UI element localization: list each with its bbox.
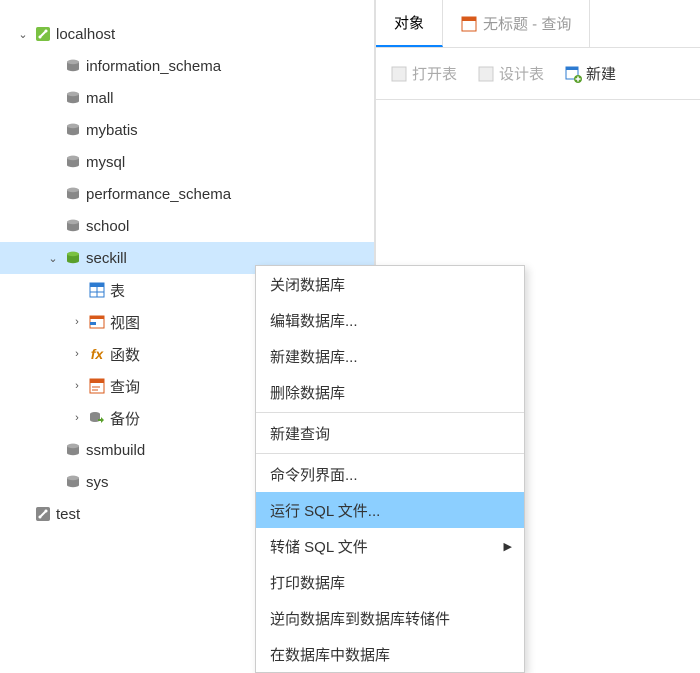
db-label: mall bbox=[84, 90, 114, 107]
separator bbox=[256, 453, 524, 454]
chevron-right-icon: › bbox=[68, 380, 86, 392]
db-label: mybatis bbox=[84, 122, 138, 139]
ctx-dump-sql-file[interactable]: 转储 SQL 文件 ▶ bbox=[256, 528, 524, 564]
db-label: sys bbox=[84, 474, 109, 491]
query-icon bbox=[461, 16, 477, 32]
queries-label: 查询 bbox=[108, 376, 140, 397]
table-icon bbox=[390, 65, 408, 83]
db-label: ssmbuild bbox=[84, 442, 145, 459]
tab-objects[interactable]: 对象 bbox=[376, 0, 443, 47]
database-icon bbox=[62, 473, 84, 491]
ctx-edit-db[interactable]: 编辑数据库... bbox=[256, 302, 524, 338]
functions-label: 函数 bbox=[108, 344, 140, 365]
db-label: information_schema bbox=[84, 58, 221, 75]
chevron-down-icon: ⌄ bbox=[14, 28, 32, 41]
new-table-button[interactable]: 新建 bbox=[558, 63, 622, 84]
ctx-run-sql-file[interactable]: 运行 SQL 文件... bbox=[256, 492, 524, 528]
db-label: performance_schema bbox=[84, 186, 231, 203]
tab-bar: 对象 无标题 - 查询 bbox=[376, 0, 700, 48]
function-icon: fx bbox=[86, 346, 108, 362]
tree-db[interactable]: mall bbox=[0, 82, 374, 114]
submenu-arrow-icon: ▶ bbox=[504, 540, 512, 553]
ctx-new-db[interactable]: 新建数据库... bbox=[256, 338, 524, 374]
ctx-delete-db[interactable]: 删除数据库 bbox=[256, 374, 524, 410]
database-icon bbox=[62, 441, 84, 459]
design-table-button[interactable]: 设计表 bbox=[471, 63, 550, 84]
chevron-down-icon: ⌄ bbox=[44, 252, 62, 265]
database-open-icon bbox=[62, 249, 84, 267]
tree-db[interactable]: information_schema bbox=[0, 50, 374, 82]
connection-label: test bbox=[54, 506, 80, 523]
table-icon bbox=[86, 281, 108, 299]
connection-icon bbox=[32, 505, 54, 523]
tree-db[interactable]: mybatis bbox=[0, 114, 374, 146]
db-label: school bbox=[84, 218, 129, 235]
table-plus-icon bbox=[564, 65, 582, 83]
ctx-print-db[interactable]: 打印数据库 bbox=[256, 564, 524, 600]
ctx-command-line[interactable]: 命令列界面... bbox=[256, 456, 524, 492]
database-icon bbox=[62, 185, 84, 203]
database-icon bbox=[62, 217, 84, 235]
db-label: mysql bbox=[84, 154, 125, 171]
tree-db[interactable]: mysql bbox=[0, 146, 374, 178]
tool-label: 设计表 bbox=[499, 63, 544, 84]
query-icon bbox=[86, 377, 108, 395]
tab-untitled-query[interactable]: 无标题 - 查询 bbox=[443, 0, 590, 47]
chevron-right-icon: › bbox=[68, 412, 86, 424]
tree-connection[interactable]: ⌄ localhost bbox=[0, 18, 374, 50]
tab-label: 对象 bbox=[394, 12, 424, 33]
chevron-right-icon: › bbox=[68, 348, 86, 360]
object-toolbar: 打开表 设计表 新建 bbox=[376, 48, 700, 100]
db-label: seckill bbox=[84, 250, 127, 267]
database-icon bbox=[62, 121, 84, 139]
separator bbox=[256, 412, 524, 413]
tree-db[interactable]: school bbox=[0, 210, 374, 242]
open-table-button[interactable]: 打开表 bbox=[384, 63, 463, 84]
ctx-close-db[interactable]: 关闭数据库 bbox=[256, 266, 524, 302]
context-menu: 关闭数据库 编辑数据库... 新建数据库... 删除数据库 新建查询 命令列界面… bbox=[255, 265, 525, 673]
view-icon bbox=[86, 313, 108, 331]
database-icon bbox=[62, 153, 84, 171]
ctx-in-db[interactable]: 在数据库中数据库 bbox=[256, 636, 524, 672]
backup-icon bbox=[86, 409, 108, 427]
ctx-reverse-db[interactable]: 逆向数据库到数据库转储件 bbox=[256, 600, 524, 636]
database-icon bbox=[62, 89, 84, 107]
tab-label: 无标题 - 查询 bbox=[483, 13, 571, 34]
backups-label: 备份 bbox=[108, 408, 140, 429]
design-icon bbox=[477, 65, 495, 83]
database-icon bbox=[62, 57, 84, 75]
connection-label: localhost bbox=[54, 26, 115, 43]
tables-label: 表 bbox=[108, 280, 125, 301]
tool-label: 新建 bbox=[586, 63, 616, 84]
views-label: 视图 bbox=[108, 312, 140, 333]
tool-label: 打开表 bbox=[412, 63, 457, 84]
chevron-right-icon: › bbox=[68, 316, 86, 328]
connection-icon bbox=[32, 25, 54, 43]
ctx-new-query[interactable]: 新建查询 bbox=[256, 415, 524, 451]
tree-db[interactable]: performance_schema bbox=[0, 178, 374, 210]
